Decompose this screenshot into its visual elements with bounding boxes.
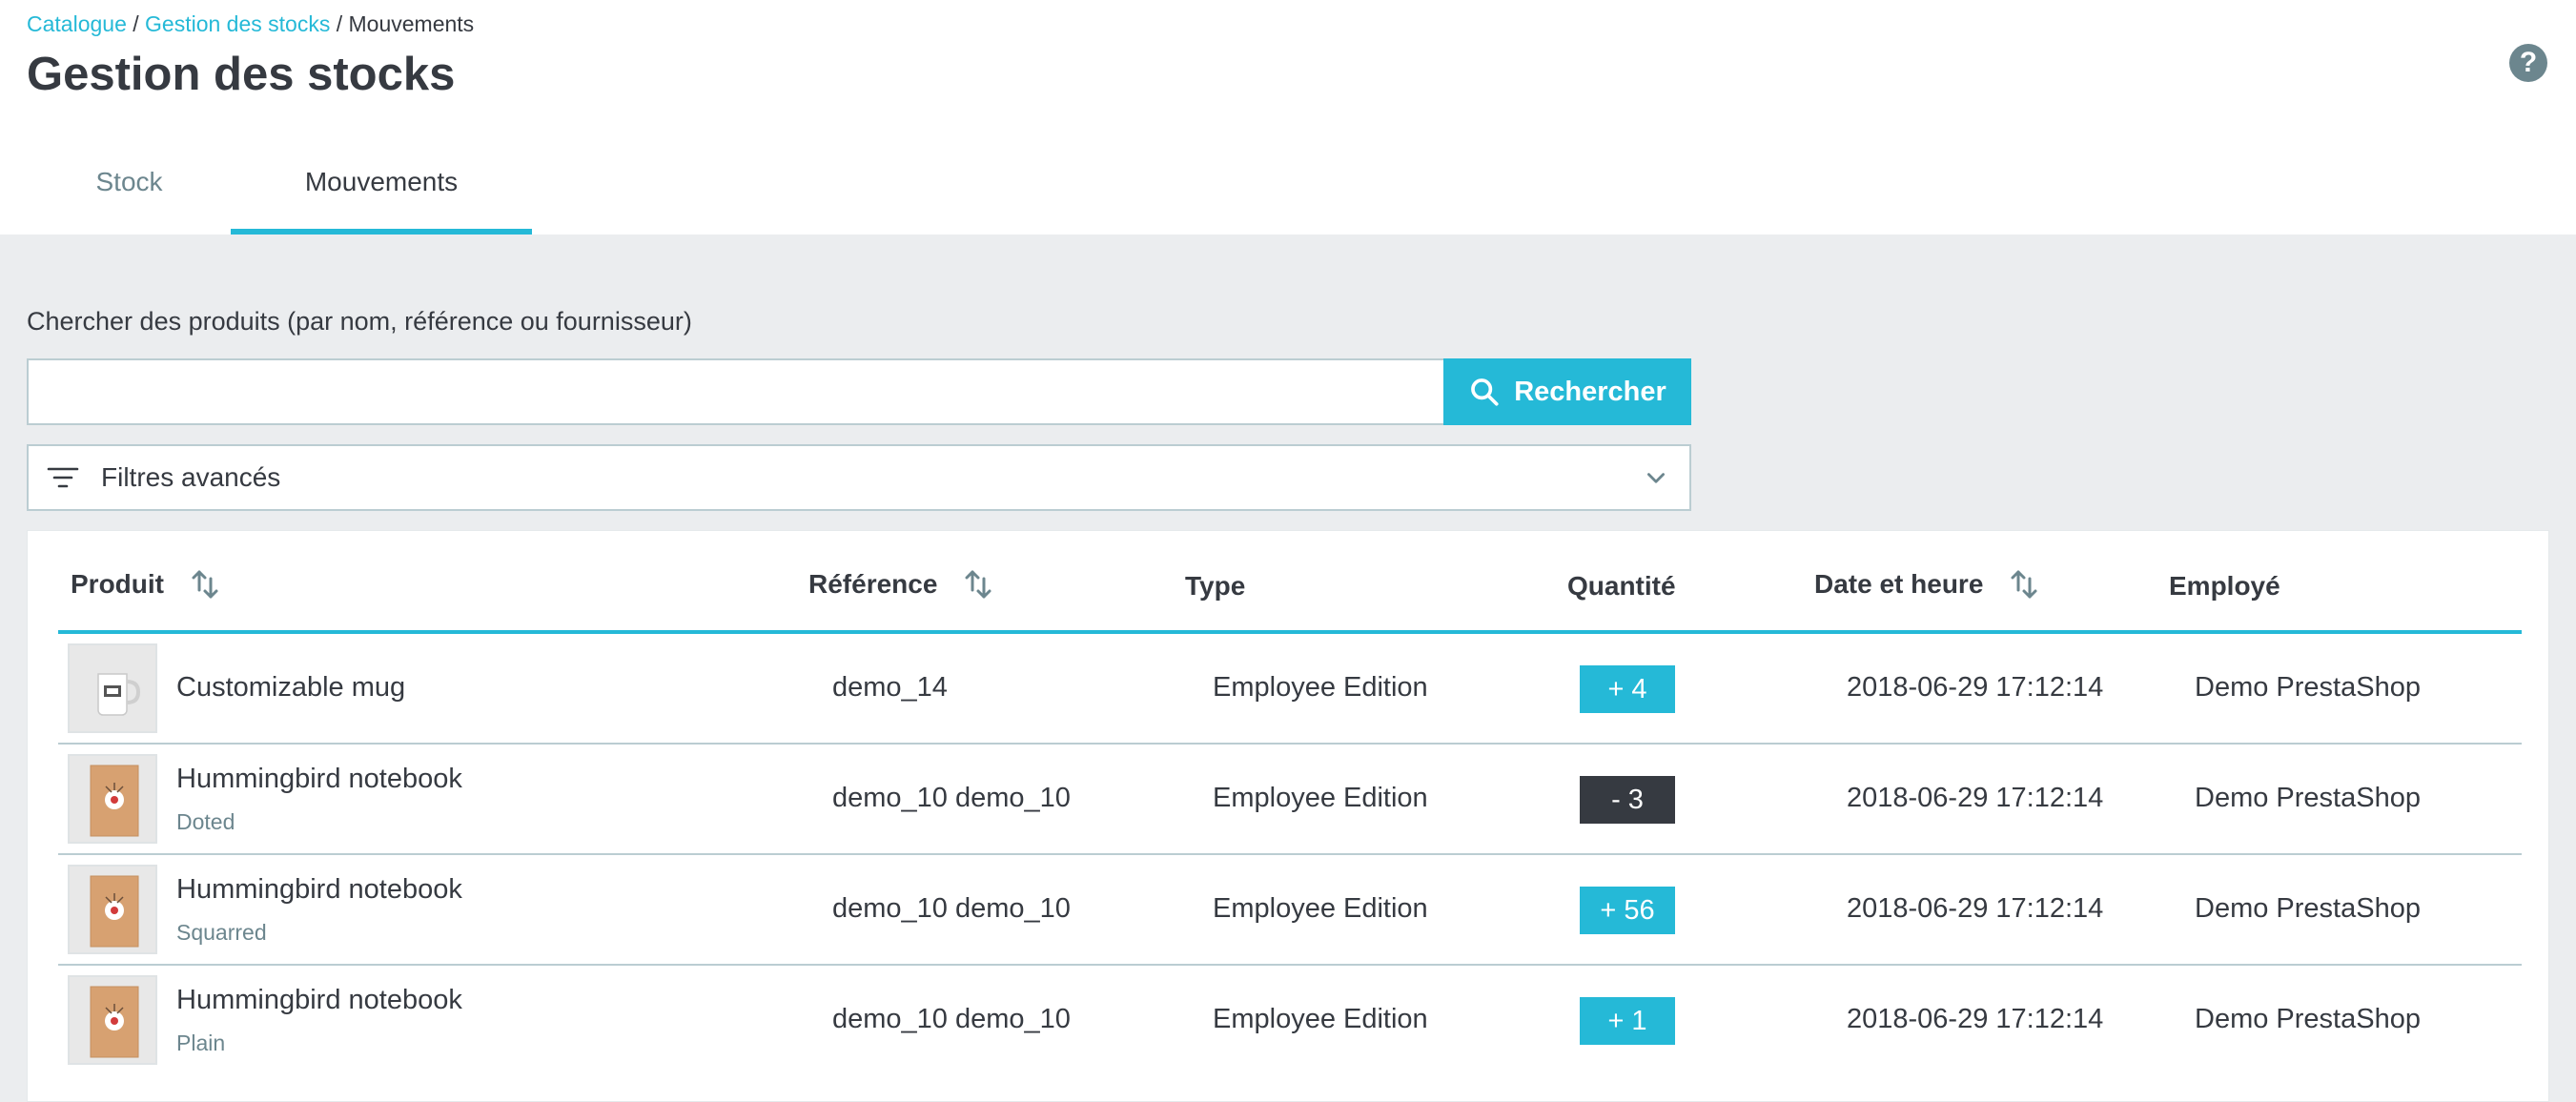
sort-icon[interactable] [964, 567, 992, 602]
search-input[interactable] [27, 358, 1445, 425]
breadcrumb-separator: / [336, 11, 343, 36]
search-button-label: Rechercher [1514, 376, 1666, 407]
advanced-filters-toggle[interactable]: Filtres avancés [27, 444, 1691, 511]
column-header-reference[interactable]: Référence [808, 567, 992, 602]
search-button[interactable]: Rechercher [1443, 358, 1691, 425]
search-label: Chercher des produits (par nom, référenc… [27, 307, 692, 336]
page-header: Catalogue / Gestion des stocks / Mouveme… [0, 0, 2576, 235]
product-attribute: Doted [176, 809, 235, 834]
sort-icon[interactable] [191, 567, 219, 602]
table-row: Hummingbird notebook Squarred demo_10 de… [58, 855, 2522, 966]
product-name[interactable]: Hummingbird notebook [176, 874, 462, 906]
type-cell: Employee Edition [1213, 783, 1428, 813]
tab-mouvements[interactable]: Mouvements [231, 143, 532, 235]
reference-cell: demo_14 [832, 672, 948, 703]
movements-table: Produit Référence Type Quantité Date et … [27, 530, 2549, 1102]
product-name[interactable]: Customizable mug [176, 672, 405, 704]
column-label: Référence [808, 569, 938, 599]
type-cell: Employee Edition [1213, 672, 1428, 703]
breadcrumb-separator: / [133, 11, 139, 36]
product-thumbnail-notebook[interactable] [68, 754, 157, 844]
reference-cell: demo_10 demo_10 [832, 893, 1071, 924]
datetime-cell: 2018-06-29 17:12:14 [1847, 893, 2104, 924]
filter-icon [47, 467, 79, 488]
product-attribute: Plain [176, 1031, 226, 1055]
product-thumbnail-mug[interactable] [68, 643, 157, 733]
type-cell: Employee Edition [1213, 893, 1428, 924]
employee-cell: Demo PrestaShop [2195, 893, 2421, 924]
datetime-cell: 2018-06-29 17:12:14 [1847, 672, 2104, 703]
employee-cell: Demo PrestaShop [2195, 672, 2421, 703]
quantity-badge: + 56 [1580, 887, 1675, 934]
employee-cell: Demo PrestaShop [2195, 783, 2421, 813]
breadcrumb: Catalogue / Gestion des stocks / Mouveme… [27, 11, 474, 37]
table-row: Customizable mug demo_14 Employee Editio… [58, 634, 2522, 745]
type-cell: Employee Edition [1213, 1004, 1428, 1034]
reference-cell: demo_10 demo_10 [832, 783, 1071, 813]
column-header-date[interactable]: Date et heure [1814, 567, 2038, 602]
table-row: Hummingbird notebook Plain demo_10 demo_… [58, 966, 2522, 1076]
advanced-filters-label: Filtres avancés [101, 462, 281, 492]
product-name[interactable]: Hummingbird notebook [176, 764, 462, 795]
quantity-badge: + 4 [1580, 665, 1675, 713]
breadcrumb-stock-link[interactable]: Gestion des stocks [145, 11, 330, 36]
column-label: Produit [71, 569, 164, 599]
product-attribute: Squarred [176, 920, 267, 945]
reference-cell: demo_10 demo_10 [832, 1004, 1071, 1034]
column-label: Quantité [1567, 571, 1676, 601]
breadcrumb-current: Mouvements [348, 11, 475, 36]
search-icon [1471, 378, 1499, 406]
column-label: Type [1185, 571, 1246, 601]
column-label: Date et heure [1814, 569, 1984, 599]
breadcrumb-catalogue-link[interactable]: Catalogue [27, 11, 127, 36]
product-thumbnail-notebook[interactable] [68, 975, 157, 1065]
column-header-employe: Employé [2169, 571, 2280, 602]
column-header-type: Type [1185, 571, 1245, 602]
quantity-badge: + 1 [1580, 997, 1675, 1045]
column-header-produit[interactable]: Produit [71, 567, 219, 602]
employee-cell: Demo PrestaShop [2195, 1004, 2421, 1034]
chevron-down-icon [1647, 473, 1665, 483]
sort-icon[interactable] [2010, 567, 2038, 602]
datetime-cell: 2018-06-29 17:12:14 [1847, 783, 2104, 813]
table-row: Hummingbird notebook Doted demo_10 demo_… [58, 745, 2522, 855]
datetime-cell: 2018-06-29 17:12:14 [1847, 1004, 2104, 1034]
product-thumbnail-notebook[interactable] [68, 865, 157, 954]
tab-stock[interactable]: Stock [27, 143, 232, 235]
help-icon[interactable]: ? [2509, 44, 2547, 82]
column-header-quantite: Quantité [1567, 571, 1676, 602]
quantity-badge: - 3 [1580, 776, 1675, 824]
product-name[interactable]: Hummingbird notebook [176, 985, 462, 1016]
page-title: Gestion des stocks [27, 49, 456, 100]
column-label: Employé [2169, 571, 2280, 601]
